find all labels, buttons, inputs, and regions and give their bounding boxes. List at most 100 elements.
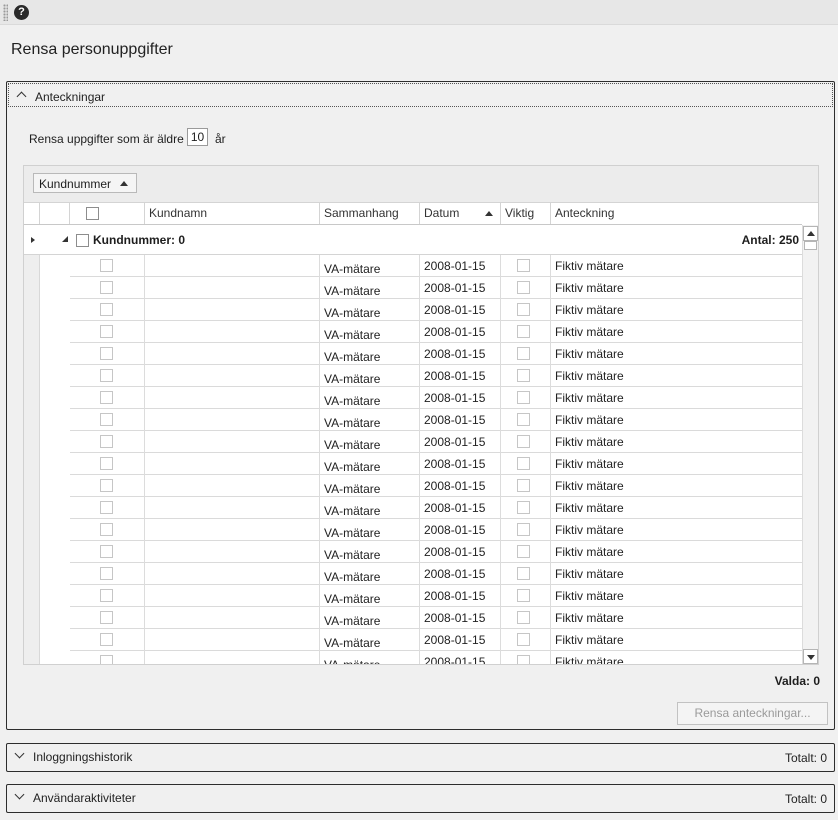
important-checkbox[interactable] — [517, 655, 530, 664]
row-checkbox[interactable] — [100, 633, 113, 646]
column-header-viktig[interactable]: Viktig — [501, 203, 551, 224]
important-checkbox[interactable] — [517, 611, 530, 624]
row-checkbox[interactable] — [100, 501, 113, 514]
important-checkbox[interactable] — [517, 589, 530, 602]
scroll-thumb[interactable] — [804, 241, 817, 250]
header-select-all — [70, 203, 145, 224]
table-row[interactable]: VA-mätare 2008-01-15 Fiktiv mätare — [24, 563, 802, 585]
column-header-sammanhang[interactable]: Sammanhang — [320, 203, 420, 224]
important-checkbox[interactable] — [517, 369, 530, 382]
notes-panel-title: Anteckningar — [35, 90, 106, 104]
grid-rows: VA-mätare 2008-01-15 Fiktiv mätare VA-mätar… — [24, 255, 802, 664]
row-indicator-icon — [31, 237, 35, 243]
cell-sammanhang: VA-mätare — [320, 585, 420, 607]
row-checkbox[interactable] — [100, 523, 113, 536]
cell-viktig — [501, 541, 551, 563]
row-checkbox[interactable] — [100, 413, 113, 426]
table-row[interactable]: VA-mätare 2008-01-15 Fiktiv mätare — [24, 629, 802, 651]
row-checkbox[interactable] — [100, 347, 113, 360]
column-header-datum[interactable]: Datum — [420, 203, 501, 224]
important-checkbox[interactable] — [517, 545, 530, 558]
table-row[interactable]: VA-mätare 2008-01-15 Fiktiv mätare — [24, 365, 802, 387]
important-checkbox[interactable] — [517, 325, 530, 338]
cell-sammanhang: VA-mätare — [320, 299, 420, 321]
group-by-chip[interactable]: Kundnummer — [33, 173, 137, 193]
cell-sammanhang: VA-mätare — [320, 343, 420, 365]
important-checkbox[interactable] — [517, 457, 530, 470]
important-checkbox[interactable] — [517, 303, 530, 316]
row-checkbox[interactable] — [100, 281, 113, 294]
table-row[interactable]: VA-mätare 2008-01-15 Fiktiv mätare — [24, 585, 802, 607]
row-checkbox[interactable] — [100, 391, 113, 404]
cell-datum: 2008-01-15 — [420, 585, 501, 607]
chevron-up-icon[interactable] — [16, 91, 27, 102]
important-checkbox[interactable] — [517, 633, 530, 646]
group-row[interactable]: Kundnummer: 0 Antal: 250 — [24, 225, 802, 255]
important-checkbox[interactable] — [517, 479, 530, 492]
row-checkbox[interactable] — [100, 457, 113, 470]
table-row[interactable]: VA-mätare 2008-01-15 Fiktiv mätare — [24, 607, 802, 629]
row-checkbox[interactable] — [100, 303, 113, 316]
clear-notes-button[interactable]: Rensa anteckningar... — [677, 702, 828, 725]
row-checkbox[interactable] — [100, 435, 113, 448]
scroll-up-button[interactable] — [803, 226, 818, 241]
row-checkbox[interactable] — [100, 325, 113, 338]
select-all-checkbox[interactable] — [86, 207, 99, 220]
table-row[interactable]: VA-mätare 2008-01-15 Fiktiv mätare — [24, 299, 802, 321]
table-row[interactable]: VA-mätare 2008-01-15 Fiktiv mätare — [24, 497, 802, 519]
help-icon[interactable]: ? — [14, 5, 29, 20]
table-row[interactable]: VA-mätare 2008-01-15 Fiktiv mätare — [24, 409, 802, 431]
grip-icon[interactable] — [3, 4, 8, 21]
table-row[interactable]: VA-mätare 2008-01-15 Fiktiv mätare — [24, 255, 802, 277]
table-row[interactable]: VA-mätare 2008-01-15 Fiktiv mätare — [24, 519, 802, 541]
table-row[interactable]: VA-mätare 2008-01-15 Fiktiv mätare — [24, 541, 802, 563]
row-checkbox[interactable] — [100, 589, 113, 602]
row-checkbox[interactable] — [100, 655, 113, 664]
row-checkbox[interactable] — [100, 545, 113, 558]
important-checkbox[interactable] — [517, 523, 530, 536]
cell-sammanhang: VA-mätare — [320, 541, 420, 563]
table-row[interactable]: VA-mätare 2008-01-15 Fiktiv mätare — [24, 431, 802, 453]
row-checkbox[interactable] — [100, 611, 113, 624]
table-row[interactable]: VA-mätare 2008-01-15 Fiktiv mätare — [24, 387, 802, 409]
row-checkbox[interactable] — [100, 259, 113, 272]
table-row[interactable]: VA-mätare 2008-01-15 Fiktiv mätare — [24, 277, 802, 299]
row-checkbox[interactable] — [100, 479, 113, 492]
cell-anteckning: Fiktiv mätare — [555, 457, 624, 471]
cell-kundnamn — [145, 453, 320, 475]
cell-kundnamn — [145, 277, 320, 299]
collapse-triangle-icon[interactable] — [62, 236, 68, 242]
table-row[interactable]: VA-mätare 2008-01-15 Fiktiv mätare — [24, 453, 802, 475]
important-checkbox[interactable] — [517, 501, 530, 514]
user-activity-header[interactable]: Användaraktiviteter Totalt: 0 — [7, 785, 834, 811]
chevron-down-icon[interactable] — [14, 748, 25, 759]
vertical-scrollbar[interactable] — [802, 225, 818, 664]
important-checkbox[interactable] — [517, 435, 530, 448]
table-row[interactable]: VA-mätare 2008-01-15 Fiktiv mätare — [24, 321, 802, 343]
scroll-down-button[interactable] — [803, 649, 818, 664]
cell-sammanhang: VA-mätare — [320, 453, 420, 475]
cell-sammanhang: VA-mätare — [320, 409, 420, 431]
important-checkbox[interactable] — [517, 259, 530, 272]
table-row[interactable]: VA-mätare 2008-01-15 Fiktiv mätare — [24, 475, 802, 497]
chevron-down-icon[interactable] — [14, 789, 25, 800]
important-checkbox[interactable] — [517, 391, 530, 404]
important-checkbox[interactable] — [517, 347, 530, 360]
column-header-anteckning[interactable]: Anteckning — [551, 203, 802, 224]
important-checkbox[interactable] — [517, 413, 530, 426]
row-checkbox[interactable] — [100, 567, 113, 580]
cell-sammanhang: VA-mätare — [320, 431, 420, 453]
column-header-kundnamn[interactable]: Kundnamn — [145, 203, 320, 224]
table-row[interactable]: VA-mätare 2008-01-15 Fiktiv mätare — [24, 343, 802, 365]
table-row[interactable]: VA-mätare 2008-01-15 Fiktiv mätare — [24, 651, 802, 664]
important-checkbox[interactable] — [517, 281, 530, 294]
cell-datum: 2008-01-15 — [420, 497, 501, 519]
row-checkbox[interactable] — [100, 369, 113, 382]
age-filter-input[interactable]: 10 — [187, 128, 208, 146]
group-by-label: Kundnummer — [39, 177, 112, 191]
group-checkbox[interactable] — [76, 234, 89, 247]
cell-viktig — [501, 343, 551, 365]
login-history-header[interactable]: Inloggningshistorik Totalt: 0 — [7, 744, 834, 770]
important-checkbox[interactable] — [517, 567, 530, 580]
notes-panel-header[interactable]: Anteckningar — [8, 83, 833, 107]
